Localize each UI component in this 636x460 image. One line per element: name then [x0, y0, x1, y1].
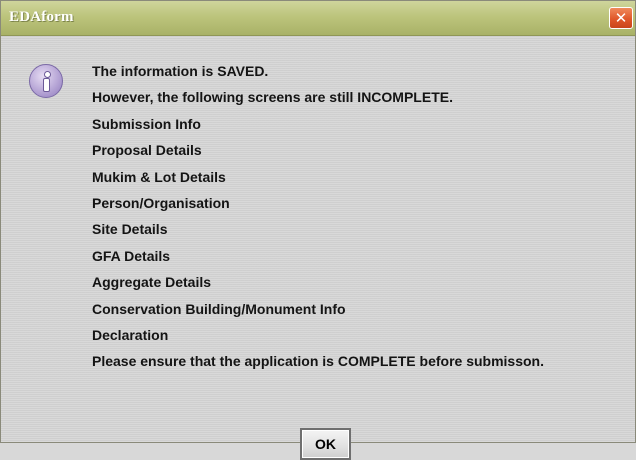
incomplete-screen-item: Declaration [92, 326, 169, 343]
title-bar[interactable]: EDAform ✕ [1, 1, 635, 36]
message-saved: The information is SAVED. [92, 63, 269, 79]
incomplete-screen-item: Mukim & Lot Details [92, 168, 226, 185]
incomplete-screen-item: Submission Info [92, 115, 201, 132]
message-ensure-complete: Please ensure that the application is CO… [92, 353, 544, 370]
close-button[interactable]: ✕ [609, 7, 633, 29]
incomplete-screen-item: Conservation Building/Monument Info [92, 300, 346, 317]
window-title: EDAform [9, 9, 74, 25]
ok-button[interactable]: OK [300, 428, 351, 460]
incomplete-screen-item: Person/Organisation [92, 194, 230, 211]
close-icon: ✕ [614, 9, 628, 27]
incomplete-screen-item: Aggregate Details [92, 274, 212, 291]
incomplete-screen-item: Proposal Details [92, 142, 202, 159]
incomplete-screen-item: GFA Details [92, 247, 171, 264]
dialog-window: EDAform ✕ The information is SAVED. Howe… [0, 0, 636, 460]
message-list: The information is SAVED. However, the f… [92, 63, 544, 380]
dialog-content: The information is SAVED. However, the f… [1, 36, 635, 460]
incomplete-screen-item: Site Details [92, 221, 168, 238]
message-incomplete-intro: However, the following screens are still… [92, 89, 453, 106]
information-icon [29, 64, 63, 98]
